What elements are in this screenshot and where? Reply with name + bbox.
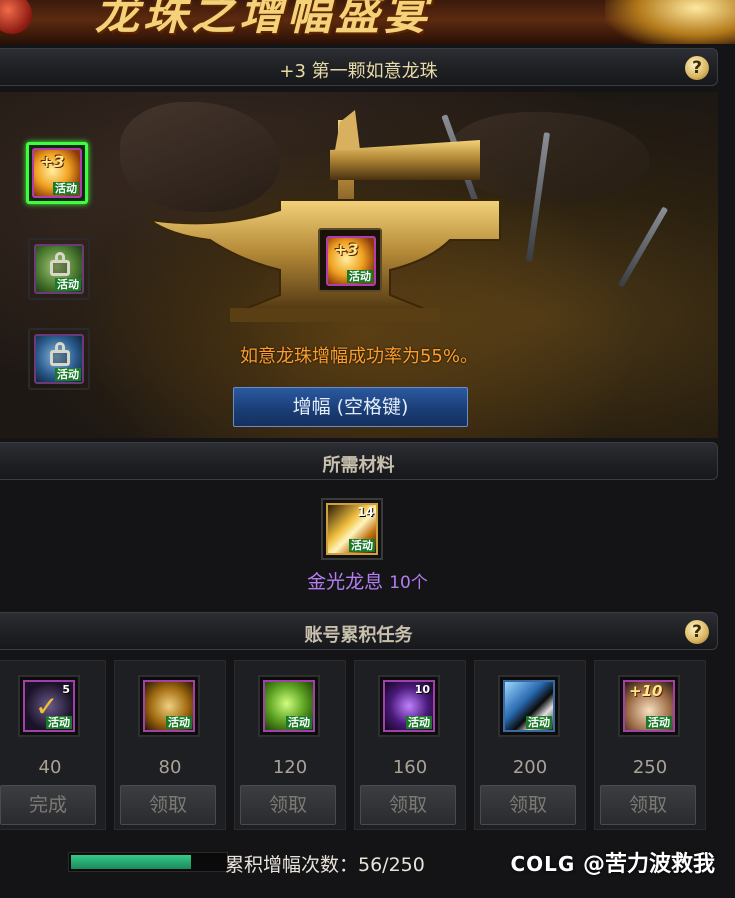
task-reward-slot[interactable]: 活动 — [258, 675, 320, 737]
event-tag: 活动 — [526, 716, 552, 729]
event-tag: 活动 — [347, 270, 373, 283]
event-banner: 龙珠之增幅盛宴 — [0, 0, 735, 44]
task-claim-button[interactable]: 领取 — [120, 785, 216, 825]
forge-scene: +3 活动 +3 活动 活动 活动 如意龙珠增幅成功率为55%。 增幅 (空格键… — [0, 92, 718, 438]
orb-slot-1[interactable]: +3 活动 — [26, 142, 88, 204]
progress-fill — [71, 855, 191, 869]
enhance-button[interactable]: 增幅 (空格键) — [233, 387, 468, 427]
watermark-user: @苦力波救我 — [582, 852, 715, 877]
lock-icon — [50, 252, 70, 276]
locked-orb-icon: 活动 — [34, 244, 84, 294]
tasks-header-bar: 账号累积任务 ? — [0, 612, 718, 650]
dragon-orb-icon: +3 活动 — [326, 236, 376, 286]
task-threshold: 40 — [38, 757, 62, 778]
task-threshold: 160 — [392, 757, 428, 778]
task-claim-button[interactable]: 领取 — [480, 785, 576, 825]
task-threshold: 120 — [272, 757, 308, 778]
hammer-icon: 活动 — [503, 680, 555, 732]
task-threshold: 80 — [158, 757, 182, 778]
task-card: 10 活动 160 领取 — [354, 660, 466, 830]
reward-count-badge: +10 — [629, 682, 663, 700]
event-tag: 活动 — [53, 182, 79, 195]
event-tag: 活动 — [406, 716, 432, 729]
help-icon[interactable]: ? — [685, 56, 709, 80]
task-reward-slot[interactable]: 10 活动 — [378, 675, 440, 737]
item-header-bar: +3 第一颗如意龙珠 ? — [0, 48, 718, 86]
purple-orb-icon: 10 活动 — [383, 680, 435, 732]
banner-title: 龙珠之增幅盛宴 — [95, 0, 431, 40]
event-tag: 活动 — [46, 716, 72, 729]
enhance-progress-bar — [68, 852, 228, 872]
success-rate-text: 如意龙珠增幅成功率为55%。 — [239, 346, 478, 367]
task-threshold: 250 — [632, 757, 668, 778]
enhance-scroll-icon: +10 活动 — [623, 680, 675, 732]
task-card: 活动 120 领取 — [234, 660, 346, 830]
event-tag: 活动 — [349, 539, 375, 552]
banner-gold-decoration — [605, 0, 735, 44]
golden-rune-icon: 活动 — [143, 680, 195, 732]
golden-breath-icon: 14 活动 — [326, 503, 378, 555]
material-slot[interactable]: 14 活动 — [321, 498, 383, 560]
task-reward-slot[interactable]: 活动 — [498, 675, 560, 737]
enhance-level: +3 — [334, 240, 359, 259]
event-tag: 活动 — [166, 716, 192, 729]
progress-label: 累积增幅次数：56/250 — [225, 854, 425, 876]
event-tag: 活动 — [55, 278, 81, 291]
event-tag: 活动 — [286, 716, 312, 729]
task-reward-slot[interactable]: +10 活动 — [618, 675, 680, 737]
banner-orb-decoration — [0, 0, 32, 34]
help-icon[interactable]: ? — [685, 620, 709, 644]
event-tag: 活动 — [646, 716, 672, 729]
watermark: COLG @苦力波救我 — [510, 846, 715, 878]
task-complete-button[interactable]: 完成 — [0, 785, 96, 825]
material-count-badge: 14 — [357, 505, 374, 519]
material-name: 金光龙息 — [307, 571, 384, 593]
task-reward-slot[interactable]: ✓ 5 活动 — [18, 675, 80, 737]
material-quantity: 10个 — [389, 573, 428, 593]
task-card: 活动 80 领取 — [114, 660, 226, 830]
enhance-level: +3 — [40, 152, 65, 171]
tasks-title: 账号累积任务 — [304, 625, 413, 646]
task-claim-button[interactable]: 领取 — [600, 785, 696, 825]
dragon-orb-icon: +3 活动 — [32, 148, 82, 198]
event-tag: 活动 — [55, 368, 81, 381]
checkmark-reward-icon: ✓ 5 活动 — [23, 680, 75, 732]
anvil-item-slot[interactable]: +3 活动 — [318, 228, 382, 292]
task-card: ✓ 5 活动 40 完成 — [0, 660, 106, 830]
sword-decoration — [617, 206, 669, 288]
task-card: 活动 200 领取 — [474, 660, 586, 830]
task-claim-button[interactable]: 领取 — [240, 785, 336, 825]
materials-title: 所需材料 — [322, 455, 395, 476]
materials-header-bar: 所需材料 — [0, 442, 718, 480]
reward-count-badge: 10 — [414, 683, 430, 696]
material-name-line: 金光龙息 10个 — [0, 567, 735, 594]
task-claim-button[interactable]: 领取 — [360, 785, 456, 825]
task-card: +10 活动 250 领取 — [594, 660, 706, 830]
item-title: +3 第一颗如意龙珠 — [279, 61, 438, 82]
green-orb-icon: 活动 — [263, 680, 315, 732]
task-reward-slot[interactable]: 活动 — [138, 675, 200, 737]
anvil-icon — [150, 110, 501, 322]
task-threshold: 200 — [512, 757, 548, 778]
reward-count-badge: 5 — [62, 683, 70, 696]
watermark-brand: COLG — [510, 852, 576, 876]
orb-slot-2[interactable]: 活动 — [28, 238, 90, 300]
